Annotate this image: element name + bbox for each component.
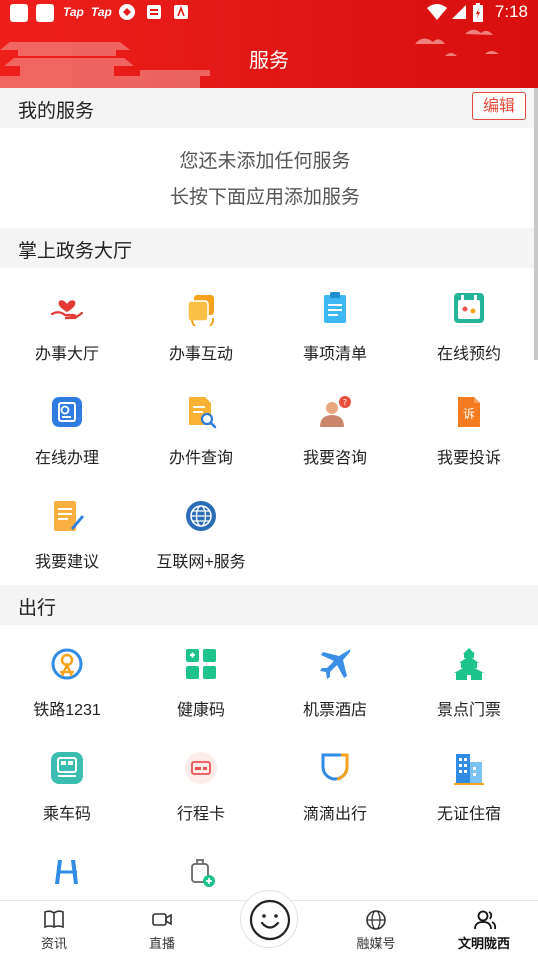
clipboard-icon [324,292,346,323]
service-label: 机票酒店 [302,702,367,719]
service-item-query[interactable]: 办件查询 [134,394,268,494]
hand-heart-icon [50,300,84,320]
service-item-internet-plus[interactable]: 互联网+服务 [134,498,268,598]
scrollbar[interactable] [534,88,538,360]
service-item-checklist[interactable]: 事项清单 [268,290,402,390]
service-item-complaint[interactable]: 诉 我要投诉 [402,394,536,494]
smile-icon [249,899,291,941]
svg-text:?: ? [343,398,347,407]
section-title: 我的服务 [18,101,95,122]
service-label: 乘车码 [42,806,91,823]
hall-header: 掌上政务大厅 [0,228,538,268]
signal-icon [452,5,466,19]
service-label: 滴滴出行 [302,806,367,823]
service-label: 在线预约 [436,346,501,363]
nav-item-civilization[interactable]: 文明陇西 [434,901,534,956]
status-bar: Tap Tap 7:18 [0,0,538,26]
globe-outline-icon [366,910,386,930]
complaint-icon: 诉 [458,397,480,427]
suggestion-icon [54,501,84,531]
book-icon [44,910,64,929]
hotel-icon [454,754,484,785]
svg-text:诉: 诉 [463,407,475,421]
interaction-icon [187,295,215,326]
calendar-icon [454,293,484,323]
online-handle-icon [52,397,82,427]
my-services-header: 我的服务 编辑 [0,88,538,128]
service-item-interaction[interactable]: 办事互动 [134,290,268,390]
nav-label: 文明陇西 [457,936,510,951]
globe-icon [186,501,216,531]
taptap-icon: Tap [63,5,84,19]
nav-label: 融媒号 [356,936,396,951]
service-screen: Tap Tap 7:18 服务 我的服务 编辑 您还未添加任何服务 长按下面应用… [0,0,538,956]
service-label: 铁路1231 [33,702,101,719]
highway-icon [55,860,78,884]
wifi-icon [427,4,447,20]
section-title: 出行 [18,598,57,619]
bus-code-icon [51,752,83,784]
service-item-hall[interactable]: 办事大厅 [0,290,134,390]
nav-label: 直播 [148,936,175,951]
service-label: 办事互动 [168,346,233,363]
service-item-consult[interactable]: ? 我要咨询 [268,394,402,494]
railway-icon [51,648,83,680]
service-label: 无证住宿 [436,806,501,823]
service-label: 健康码 [176,702,225,719]
service-label: 景点门票 [436,702,501,719]
app-notification-icon [147,5,161,19]
service-item-tickets[interactable]: 景点门票 [402,646,536,746]
clock: 7:18 [494,2,528,21]
notification-icon [36,4,54,22]
service-item-health-code[interactable]: 健康码 [134,646,268,746]
taptap-icon: Tap [91,5,112,19]
service-item-trip-card[interactable]: 行程卡 [134,750,268,850]
nav-label: 资讯 [40,936,67,951]
service-label: 办事大厅 [34,346,99,363]
center-smile-button[interactable] [240,890,298,948]
service-label: 我要咨询 [302,450,367,467]
service-item-flight-hotel[interactable]: 机票酒店 [268,646,402,746]
service-label: 在线办理 [34,450,99,467]
temple-icon [454,648,484,680]
service-item-bus-code[interactable]: 乘车码 [0,750,134,850]
service-label: 行程卡 [176,806,225,823]
nav-item-live[interactable]: 直播 [112,901,212,956]
document-search-icon [189,397,217,429]
top-bar: Tap Tap 7:18 服务 [0,0,538,88]
app-logo-icon [119,4,135,20]
service-item-online-handle[interactable]: 在线办理 [0,394,134,494]
airplane-icon [320,649,351,679]
nav-item-media[interactable]: 融媒号 [326,901,426,956]
empty-hint: 您还未添加任何服务 [179,151,351,172]
didi-icon [321,753,349,781]
service-label: 互联网+服务 [156,554,246,571]
service-item-hotel[interactable]: 无证住宿 [402,750,536,850]
section-title: 掌上政务大厅 [18,241,133,262]
service-label: 办件查询 [168,450,233,467]
service-label: 我要建议 [34,554,99,571]
video-icon [152,913,172,926]
font-app-icon [174,5,188,19]
service-item-didi[interactable]: 滴滴出行 [268,750,402,850]
consult-icon: ? [320,396,351,427]
nav-item-news[interactable]: 资讯 [4,901,104,956]
service-item-railway[interactable]: 铁路1231 [0,646,134,746]
service-item-suggestion[interactable]: 我要建议 [0,498,134,598]
health-code-icon [186,649,216,679]
travel-header: 出行 [0,585,538,625]
battery-icon [473,3,483,22]
service-item-appointment[interactable]: 在线预约 [402,290,536,390]
notification-icon [10,4,28,22]
page-title: 服务 [249,50,289,72]
service-label: 我要投诉 [436,450,501,467]
trip-card-icon [185,752,217,784]
edit-button[interactable]: 编辑 [472,92,526,120]
luggage-icon [191,859,215,887]
service-label: 事项清单 [302,346,367,363]
people-icon [474,910,497,930]
empty-hint: 长按下面应用添加服务 [169,187,360,208]
